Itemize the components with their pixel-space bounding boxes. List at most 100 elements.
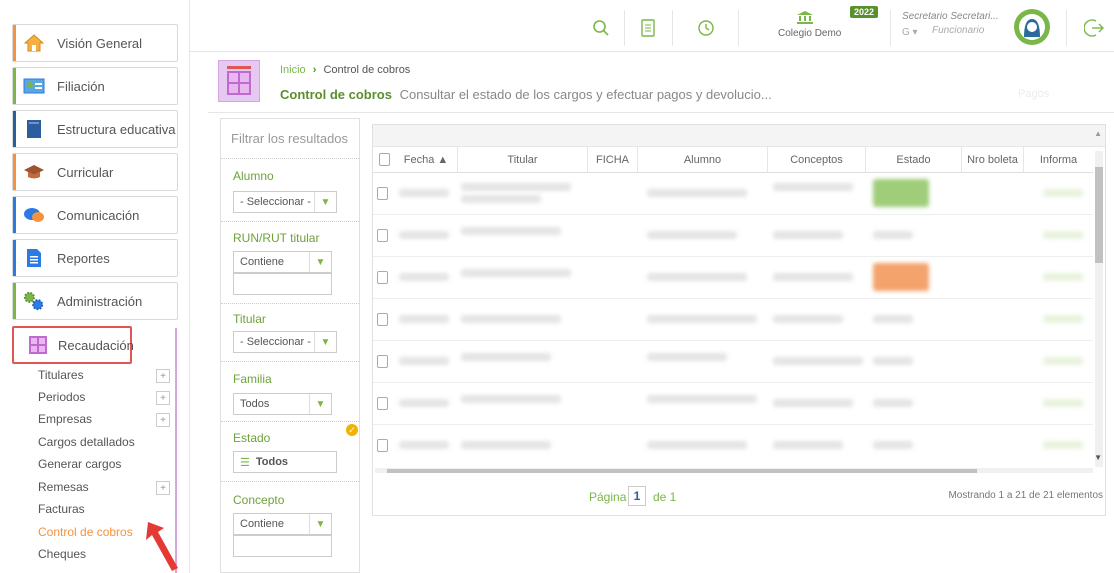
results-grid: Fecha ▲ Titular FICHA Alumno Conceptos E… — [372, 124, 1106, 516]
submenu-item-control-de-cobros[interactable]: Control de cobros — [38, 525, 133, 539]
pointer-arrow-icon — [146, 522, 178, 571]
sidebar-item-filiacion[interactable]: Filiación — [12, 67, 178, 105]
sidebar-item-administracion[interactable]: Administración — [12, 282, 178, 320]
table-row[interactable] — [373, 215, 1093, 257]
sidebar-item-label: Administración — [57, 293, 143, 309]
filter-select-familia[interactable]: Todos ▼ — [233, 393, 332, 415]
row-checkbox[interactable] — [377, 355, 388, 368]
logout-icon — [1084, 19, 1104, 37]
home-icon — [23, 32, 45, 54]
table-row[interactable] — [373, 257, 1093, 299]
column-header-titular[interactable]: Titular — [457, 147, 587, 173]
row-checkbox[interactable] — [377, 229, 388, 242]
sidebar-item-curricular[interactable]: Curricular — [12, 153, 178, 191]
row-checkbox[interactable] — [377, 313, 388, 326]
row-checkbox[interactable] — [377, 187, 388, 200]
sidebar-item-label: Estructura educativa — [57, 121, 176, 137]
search-button[interactable] — [583, 10, 619, 46]
chevron-down-icon: ▼ — [309, 252, 331, 272]
sidebar-item-reportes[interactable]: Reportes — [12, 239, 178, 277]
divider — [208, 112, 1114, 113]
column-header-fecha[interactable]: Fecha ▲ — [395, 147, 457, 173]
page-title-main: Control de cobros — [280, 87, 392, 102]
user-name[interactable]: Secretario Secretari... — [902, 11, 999, 22]
table-row[interactable] — [373, 383, 1093, 425]
column-header-conceptos[interactable]: Conceptos — [767, 147, 865, 173]
table-row[interactable] — [373, 299, 1093, 341]
user-prefix[interactable]: G ▾ — [902, 27, 918, 38]
page-description: Consultar el estado de los cargos y efec… — [399, 87, 772, 102]
row-checkbox[interactable] — [377, 271, 388, 284]
logout-button[interactable] — [1076, 10, 1112, 46]
column-header-nro-boleta[interactable]: Nro boleta — [961, 147, 1023, 173]
avatar[interactable] — [1014, 9, 1050, 45]
list-icon: ☰ — [240, 456, 250, 469]
institution-icon — [797, 11, 813, 24]
year-badge[interactable]: 2022 — [850, 6, 879, 18]
submenu-item-periodos[interactable]: Periodos — [38, 390, 85, 404]
sidebar-item-vision-general[interactable]: Visión General — [12, 24, 178, 62]
filter-label-run: RUN/RUT titular — [233, 231, 320, 245]
submenu-item-remesas[interactable]: Remesas — [38, 480, 89, 494]
submenu-item-cargos-detallados[interactable]: Cargos detallados — [38, 435, 135, 449]
page-total: de 1 — [653, 490, 677, 504]
chat-icon — [23, 204, 45, 226]
column-header-ficha[interactable]: FICHA — [587, 147, 637, 173]
school-name[interactable]: Colegio Demo — [778, 28, 841, 39]
expand-plus-icon[interactable]: + — [156, 369, 170, 383]
book-icon — [23, 118, 45, 140]
submenu-item-titulares[interactable]: Titulares — [38, 368, 84, 382]
select-value: - Seleccionar - — [240, 336, 311, 348]
gears-icon — [23, 290, 45, 312]
search-icon — [593, 20, 609, 36]
notes-button[interactable] — [630, 10, 666, 46]
filter-panel: Filtrar los resultados Alumno - Seleccio… — [220, 118, 360, 573]
chevron-down-icon: ▼ — [314, 332, 336, 352]
sidebar-item-comunicacion[interactable]: Comunicación — [12, 196, 178, 234]
submenu-item-generar-cargos[interactable]: Generar cargos — [38, 457, 121, 471]
row-checkbox[interactable] — [377, 439, 388, 452]
filter-select-titular[interactable]: - Seleccionar - ▼ — [233, 331, 337, 353]
page-title: Control de cobros Consultar el estado de… — [280, 87, 772, 102]
filter-input-concepto[interactable] — [233, 535, 332, 557]
sidebar-item-label: Filiación — [57, 78, 105, 94]
select-all-checkbox[interactable] — [379, 153, 390, 166]
filter-search-input[interactable]: Filtrar los resultados — [221, 119, 359, 159]
history-button[interactable] — [688, 10, 724, 46]
scroll-down-icon[interactable]: ▼ — [1094, 453, 1102, 462]
scroll-up-icon[interactable]: ▲ — [1094, 129, 1102, 138]
table-row[interactable] — [373, 425, 1093, 467]
filter-select-alumno[interactable]: - Seleccionar - ▼ — [233, 191, 337, 213]
sidebar-item-label: Recaudación — [58, 337, 134, 353]
sidebar-item-label: Reportes — [57, 250, 110, 266]
sidebar-item-recaudacion[interactable]: Recaudación — [12, 326, 134, 364]
submenu-item-empresas[interactable]: Empresas — [38, 412, 92, 426]
sidebar-item-estructura-educativa[interactable]: Estructura educativa — [12, 110, 178, 148]
results-summary: Mostrando 1 a 21 de 21 elementos — [948, 490, 1103, 501]
filter-label-titular: Titular — [233, 312, 266, 326]
document-lines-icon — [641, 19, 655, 37]
table-row[interactable] — [373, 341, 1093, 383]
expand-plus-icon[interactable]: + — [156, 481, 170, 495]
column-header-alumno[interactable]: Alumno — [637, 147, 767, 173]
calculator-icon — [28, 334, 48, 356]
expand-plus-icon[interactable]: + — [156, 413, 170, 427]
pager-label: Página — [589, 490, 627, 504]
filter-select-run[interactable]: Contiene ▼ — [233, 251, 332, 273]
filter-select-estado[interactable]: ☰ Todos — [233, 451, 337, 473]
vertical-scrollbar[interactable] — [1095, 151, 1103, 467]
page-number-input[interactable]: 1 — [628, 486, 646, 506]
column-header-estado[interactable]: Estado — [865, 147, 961, 173]
history-icon — [698, 20, 714, 36]
filter-label-familia: Familia — [233, 372, 272, 386]
filter-input-run[interactable] — [233, 273, 332, 295]
expand-plus-icon[interactable]: + — [156, 391, 170, 405]
select-value: - Seleccionar - — [240, 196, 311, 208]
column-header-informacion[interactable]: Informa — [1023, 147, 1093, 173]
row-checkbox[interactable] — [377, 397, 388, 410]
breadcrumb-home-link[interactable]: Inicio — [280, 64, 306, 76]
table-row[interactable] — [373, 173, 1093, 215]
submenu-item-facturas[interactable]: Facturas — [38, 502, 85, 516]
submenu-item-cheques[interactable]: Cheques — [38, 547, 86, 561]
filter-select-concepto[interactable]: Contiene ▼ — [233, 513, 332, 535]
